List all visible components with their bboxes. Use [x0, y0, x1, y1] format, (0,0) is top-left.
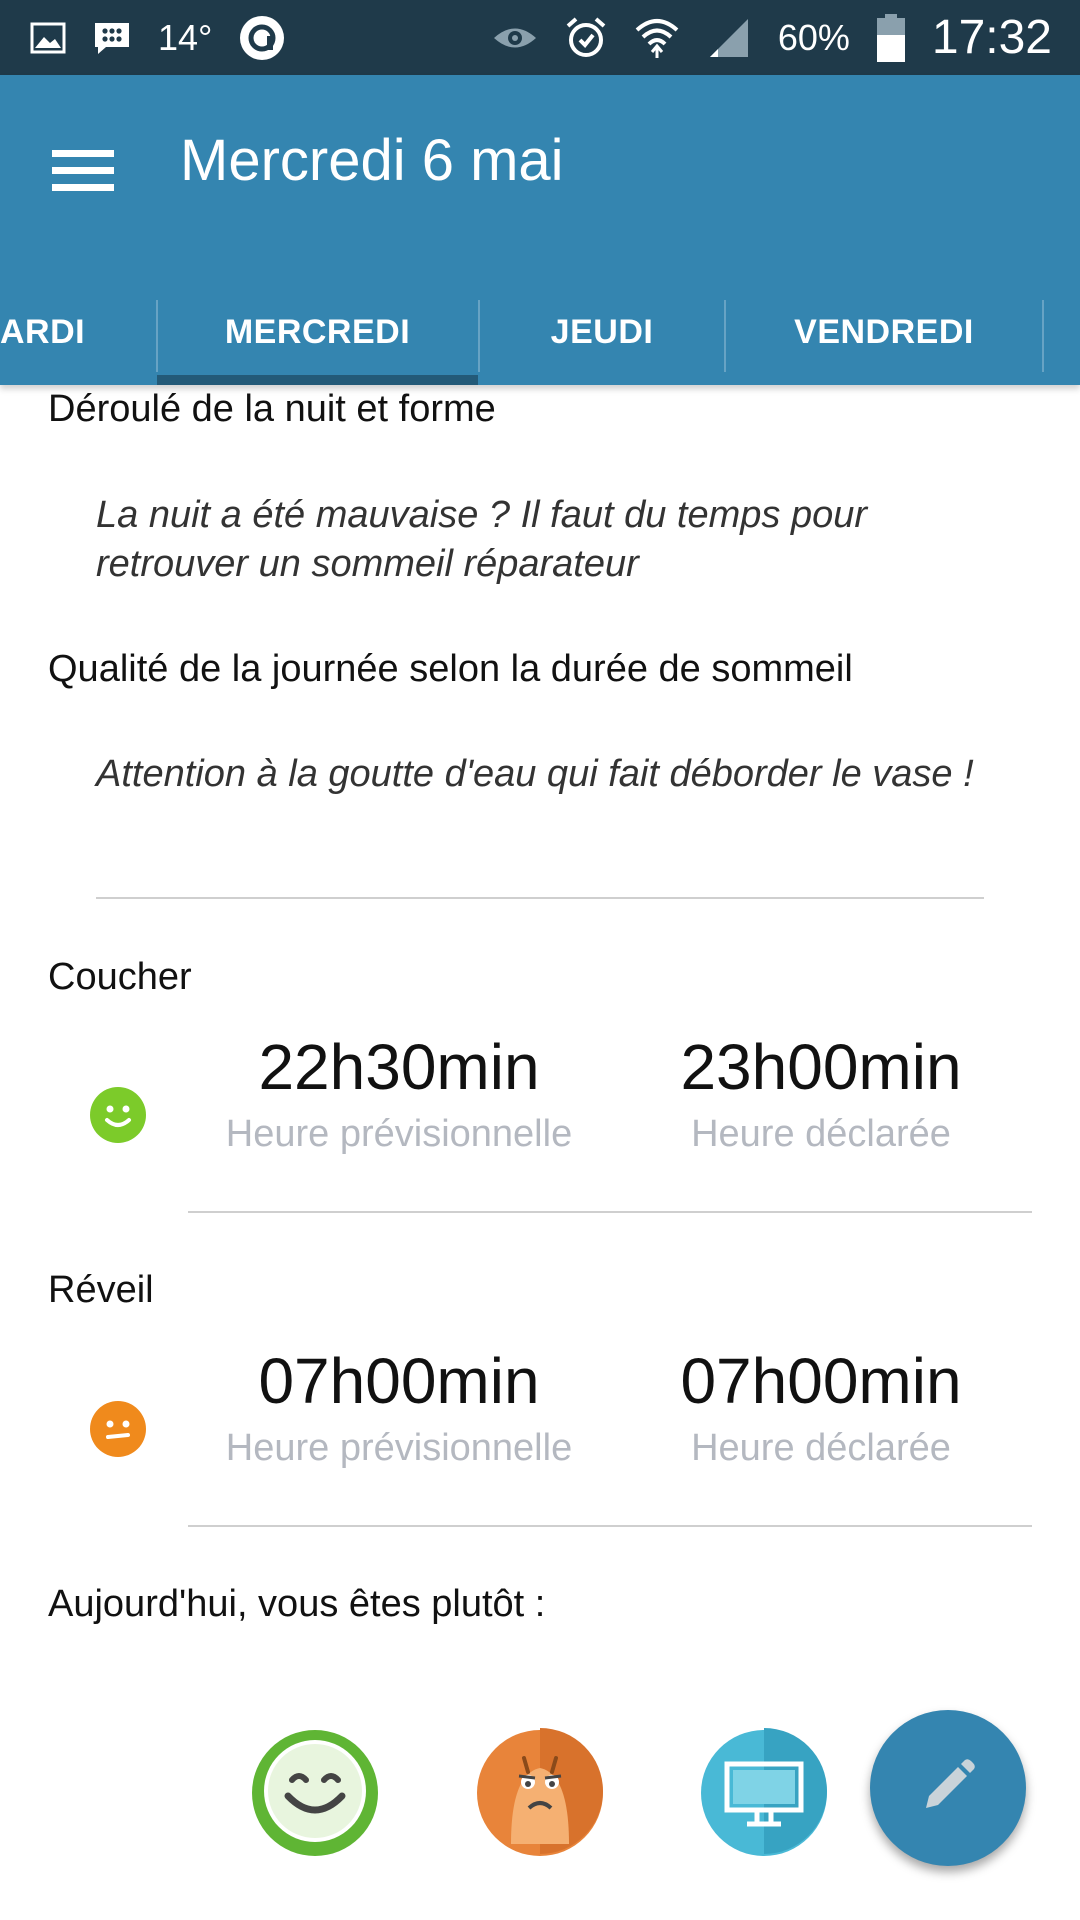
status-bar: 14° 60% 17:32	[0, 0, 1080, 75]
divider	[188, 1211, 1032, 1213]
tab-mardi[interactable]: ARDI	[0, 280, 85, 385]
pencil-icon	[918, 1756, 978, 1821]
clock: 17:32	[931, 11, 1052, 64]
bbm-icon	[92, 20, 132, 56]
divider	[188, 1525, 1032, 1527]
happy-face-icon	[90, 1087, 146, 1143]
day-quality-advice: Attention à la goutte d'eau qui fait déb…	[96, 753, 974, 795]
tab-divider	[1042, 300, 1044, 372]
status-bar-right: 60% 17:32	[492, 10, 1052, 65]
wakeup-heading: Réveil	[48, 1269, 154, 1311]
wakeup-planned-value: 07h00min	[258, 1345, 540, 1417]
temperature: 14°	[158, 16, 213, 58]
tab-vendredi[interactable]: VENDREDI	[726, 280, 1042, 385]
bedtime-declared-value[interactable]: 23h00min	[611, 1030, 1031, 1104]
tired-snail-icon	[477, 1727, 603, 1859]
hamburger-menu-icon[interactable]	[48, 135, 118, 195]
screen-icon	[701, 1727, 827, 1859]
today-heading: Aujourd'hui, vous êtes plutôt :	[48, 1583, 546, 1625]
bedtime-heading: Coucher	[48, 956, 192, 998]
edit-button[interactable]	[870, 1710, 1026, 1866]
image-icon	[30, 22, 66, 54]
wakeup-planned-label: Heure prévisionnelle	[225, 1427, 573, 1469]
signal-icon	[706, 17, 752, 59]
battery-percent: 60%	[777, 16, 850, 58]
page-title: Mercredi 6 mai	[180, 128, 564, 193]
night-heading: Déroulé de la nuit et forme	[48, 388, 496, 430]
alarm-icon	[564, 16, 608, 60]
bedtime-declared-label: Heure déclarée	[691, 1113, 951, 1155]
divider	[96, 897, 984, 899]
neutral-face-icon	[90, 1401, 146, 1457]
bedtime-planned-value: 22h30min	[258, 1031, 540, 1103]
bedtime-planned-label: Heure prévisionnelle	[225, 1113, 573, 1155]
mood-option-happy[interactable]	[252, 1730, 378, 1856]
wifi-icon	[634, 16, 680, 60]
wakeup-declared-value[interactable]: 07h00min	[611, 1344, 1031, 1418]
selected-tab-indicator	[157, 375, 478, 385]
app-circle-icon	[238, 14, 286, 62]
wakeup-declared-label: Heure déclarée	[691, 1427, 951, 1469]
app-bar: Mercredi 6 mai ARDI MERCREDI JEUDI VENDR…	[0, 75, 1080, 385]
mood-option-screen[interactable]	[701, 1727, 827, 1859]
day-quality-heading: Qualité de la journée selon la durée de …	[48, 648, 853, 690]
status-bar-left: 14°	[30, 14, 286, 62]
tab-jeudi[interactable]: JEUDI	[480, 280, 724, 385]
day-tabs: ARDI MERCREDI JEUDI VENDREDI	[0, 280, 1080, 385]
tab-mercredi[interactable]: MERCREDI	[157, 280, 478, 385]
eye-icon	[492, 23, 538, 53]
happy-face-icon	[252, 1728, 378, 1859]
mood-option-tired[interactable]	[477, 1727, 603, 1859]
battery-icon	[876, 13, 906, 63]
night-advice: La nuit a été mauvaise ? Il faut du temp…	[96, 494, 868, 585]
